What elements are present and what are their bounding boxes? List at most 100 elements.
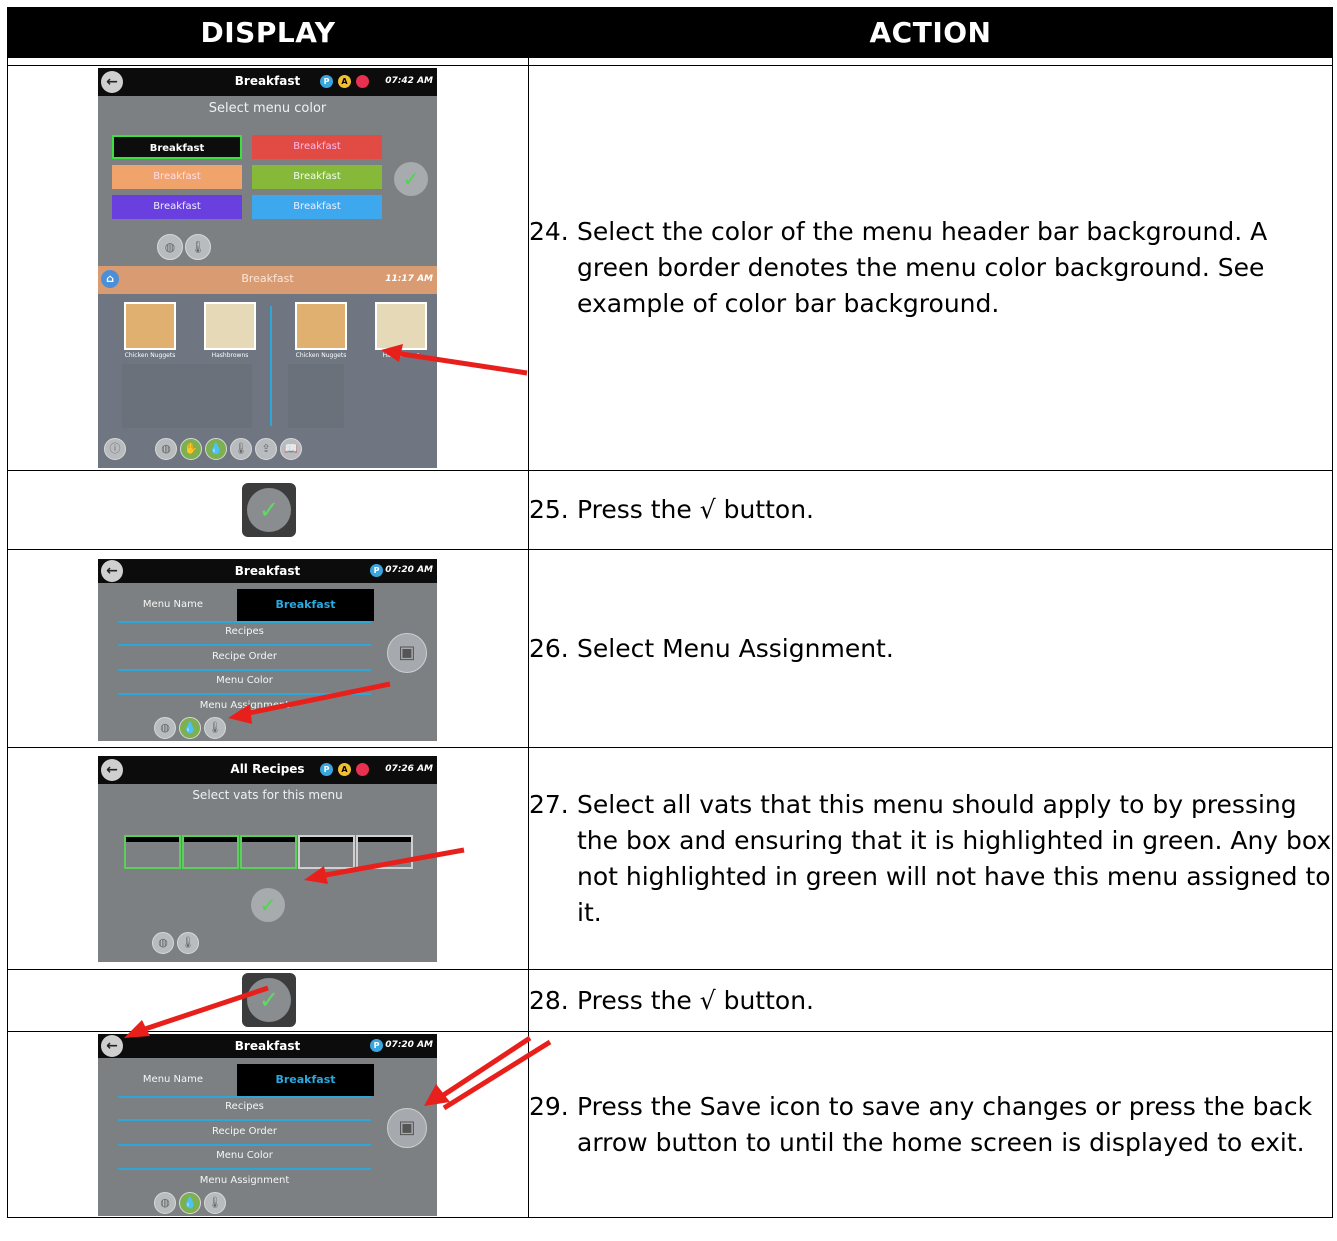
hand-icon[interactable]: ✋ (180, 438, 202, 460)
p-badge-icon: P (320, 75, 333, 88)
food-image[interactable] (295, 302, 347, 350)
clock: 07:26 AM (385, 764, 433, 774)
recipe-order-row[interactable]: Recipe Order (118, 1126, 371, 1146)
action-header: ACTION (528, 7, 1333, 58)
empty-slot (288, 364, 344, 428)
step-row-24: ← Breakfast P A 07:42 AM Select menu col… (7, 65, 1333, 471)
menu-settings-screen: ← Breakfast P 07:20 AM Menu Name Breakfa… (98, 559, 437, 741)
step-number: 27. (529, 789, 569, 819)
info-icon[interactable]: ⓘ (104, 438, 126, 460)
action-cell-28: 28. Press the √ button. (528, 969, 1333, 1032)
action-cell-29: 29. Press the Save icon to save any chang… (528, 1031, 1333, 1218)
menu-name-label: Menu Name (142, 1074, 204, 1085)
display-cell-25: ✓ (7, 470, 529, 550)
color-button-black[interactable]: Breakfast (112, 135, 242, 159)
display-header: DISPLAY (7, 7, 529, 58)
globe-icon[interactable]: ◍ (154, 1192, 176, 1214)
food-image[interactable] (204, 302, 256, 350)
color-button-blue[interactable]: Breakfast (252, 195, 382, 219)
step-row-29: ← Breakfast P 07:20 AM Menu Name Breakfa… (7, 1031, 1333, 1218)
thermometer-icon[interactable]: 🌡 (185, 234, 211, 260)
menu-color-row[interactable]: Menu Color (118, 1150, 371, 1170)
clock: 07:20 AM (385, 565, 433, 575)
display-cell-27: ← All Recipes P A 07:26 AM Select vats f… (7, 747, 529, 970)
step-number: 24. (529, 217, 569, 246)
thermometer-icon[interactable]: 🌡 (177, 932, 199, 954)
food-image[interactable] (124, 302, 176, 350)
action-cell-24: 24. Select the color of the menu header b… (528, 65, 1333, 471)
step-number: 28. (529, 985, 569, 1015)
globe-icon[interactable]: ◍ (154, 717, 176, 739)
recipe-order-row[interactable]: Recipe Order (118, 651, 371, 671)
confirm-button[interactable]: ✓ (242, 973, 296, 1027)
step-text: Select Menu Assignment. (577, 633, 894, 663)
divider (270, 306, 272, 426)
thermometer-icon[interactable]: 🌡 (204, 1192, 226, 1214)
color-button-purple[interactable]: Breakfast (112, 195, 242, 219)
display-cell-26: ← Breakfast P 07:20 AM Menu Name Breakfa… (7, 549, 529, 748)
menu-name-value[interactable]: Breakfast (237, 1064, 374, 1096)
thermometer-icon[interactable]: 🌡 (204, 717, 226, 739)
step-text: Select the color of the menu header bar … (577, 217, 1268, 318)
book-icon[interactable]: 📖 (280, 438, 302, 460)
menu-settings-screen: ← Breakfast P 07:20 AM Menu Name Breakfa… (98, 1034, 437, 1216)
vat-box-3[interactable] (240, 835, 297, 869)
a-badge-icon: A (338, 763, 351, 776)
confirm-button[interactable]: ✓ (242, 483, 296, 537)
action-cell-26: 26. Select Menu Assignment. (528, 549, 1333, 748)
save-icon[interactable]: ▣ (387, 633, 427, 673)
menu-assignment-row[interactable]: Menu Assignment (118, 700, 371, 720)
vat-box-5[interactable] (356, 835, 413, 869)
stop-badge-icon (356, 75, 369, 88)
globe-icon[interactable]: ◍ (157, 234, 183, 260)
menu-color-row[interactable]: Menu Color (118, 675, 371, 695)
check-icon[interactable]: ✓ (251, 888, 285, 922)
globe-icon[interactable]: ◍ (155, 438, 177, 460)
display-cell-28: ✓ (7, 969, 529, 1038)
recipes-row[interactable]: Recipes (118, 1101, 371, 1121)
instruction-table: DISPLAY ACTION ← Breakfast P A 07:42 AM … (7, 7, 1333, 1218)
item-label: Chicken Nuggets (295, 352, 347, 359)
vat-box-2[interactable] (182, 835, 239, 869)
step-text: Press the √ button. (577, 495, 814, 524)
select-vats-prompt: Select vats for this menu (192, 788, 343, 802)
menu-name-label: Menu Name (142, 599, 204, 610)
item-label: Chicken Nuggets (124, 352, 176, 359)
select-color-prompt: Select menu color (208, 101, 327, 116)
thermometer-icon[interactable]: 🌡 (230, 438, 252, 460)
menu-name-value[interactable]: Breakfast (237, 589, 374, 621)
step-text: Press the √ button. (577, 985, 814, 1015)
drop-icon[interactable]: 💧 (179, 1192, 201, 1214)
color-button-red[interactable]: Breakfast (252, 135, 382, 159)
display-cell-24: ← Breakfast P A 07:42 AM Select menu col… (7, 65, 529, 471)
check-icon: ✓ (247, 488, 291, 532)
p-badge-icon: P (320, 763, 333, 776)
home-screen-example: ⌂ Breakfast 11:17 AM Chicken Nuggets Has… (98, 266, 437, 468)
a-badge-icon: A (338, 75, 351, 88)
menu-assignment-row[interactable]: Menu Assignment (118, 1175, 371, 1195)
step-row-27: ← All Recipes P A 07:26 AM Select vats f… (7, 747, 1333, 970)
step-row-26: ← Breakfast P 07:20 AM Menu Name Breakfa… (7, 549, 1333, 748)
color-button-green[interactable]: Breakfast (252, 165, 382, 189)
check-icon[interactable]: ✓ (394, 162, 428, 196)
recipes-row[interactable]: Recipes (118, 626, 371, 646)
drop-icon[interactable]: 💧 (205, 438, 227, 460)
globe-icon[interactable]: ◍ (152, 932, 174, 954)
step-row-28: ✓ 28. Press the √ button. (7, 969, 1333, 1038)
vat-assignment-screen: ← All Recipes P A 07:26 AM Select vats f… (98, 756, 437, 962)
empty-slot (122, 364, 252, 428)
color-button-orange[interactable]: Breakfast (112, 165, 242, 189)
clock: 07:20 AM (385, 1040, 433, 1050)
item-label: Hashbrowns (382, 352, 420, 359)
action-cell-25: 25. Press the √ button. (528, 470, 1333, 550)
divider (118, 621, 371, 623)
item-label: Hashbrowns (211, 352, 249, 359)
menu-color-screen: ← Breakfast P A 07:42 AM Select menu col… (98, 68, 437, 266)
vat-box-4[interactable] (298, 835, 355, 869)
divider (118, 1096, 371, 1098)
food-image[interactable] (375, 302, 427, 350)
save-icon[interactable]: ▣ (387, 1108, 427, 1148)
upload-icon[interactable]: ⇪ (255, 438, 277, 460)
drop-icon[interactable]: 💧 (179, 717, 201, 739)
vat-box-1[interactable] (124, 835, 181, 869)
